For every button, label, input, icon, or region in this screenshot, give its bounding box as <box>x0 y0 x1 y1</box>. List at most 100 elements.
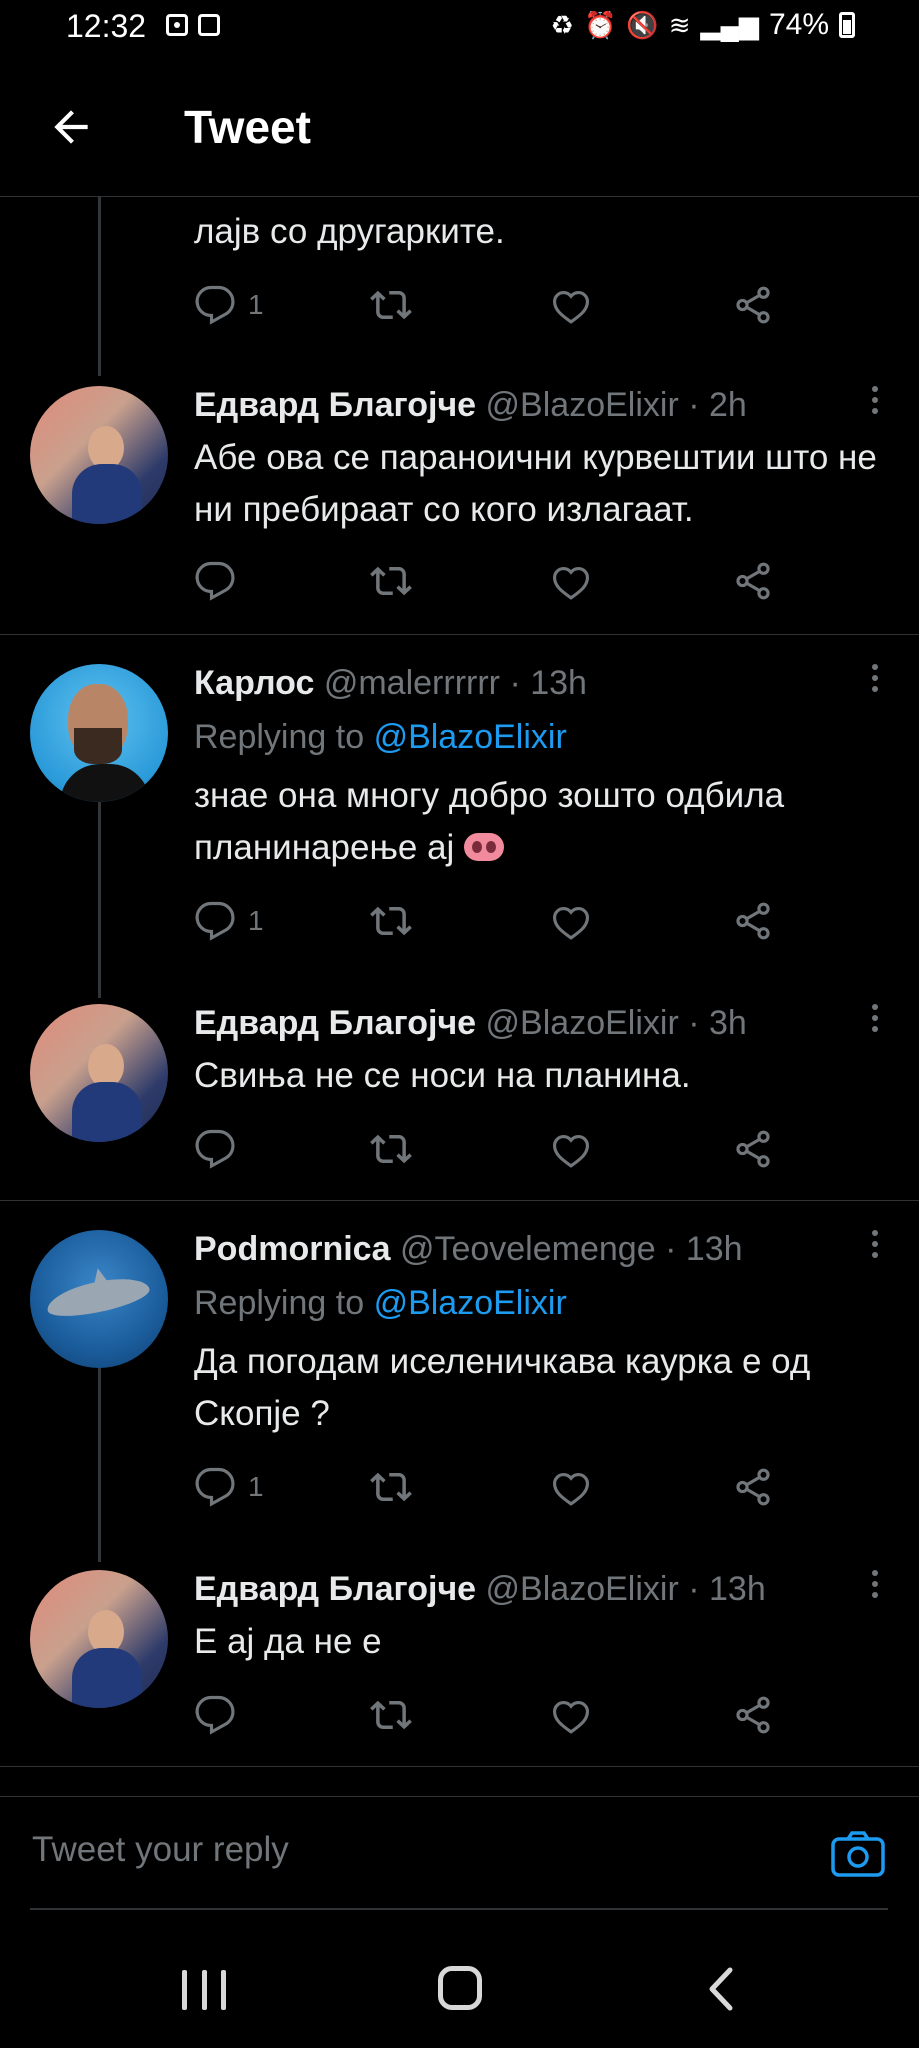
user-handle[interactable]: @BlazoElixir <box>486 1004 679 1042</box>
tweet-text: лајв со другарките. <box>194 212 505 251</box>
recycle-icon: ♻ <box>550 10 574 40</box>
app-header: Tweet <box>0 60 919 196</box>
tweet-header: Карлос @malerrrrrr · 13h <box>194 664 587 703</box>
nav-back-icon[interactable] <box>700 1964 744 2014</box>
share-button[interactable] <box>732 1462 774 1512</box>
display-name[interactable]: Карлос <box>194 664 314 702</box>
status-right-icons: ♻ ⏰ 🔇 ≋ ▂▄▆ 74% <box>551 8 855 42</box>
system-nav-bar <box>0 1940 919 2048</box>
tweet-divider <box>0 1766 919 1767</box>
reply-icon <box>195 1467 235 1507</box>
more-options-icon[interactable] <box>871 1570 879 1604</box>
user-handle[interactable]: @Teovelemenge <box>400 1230 656 1268</box>
reply-input[interactable] <box>30 1829 794 1871</box>
share-button[interactable] <box>732 1690 774 1740</box>
status-time: 12:32 <box>66 8 147 44</box>
wifi-icon: ≋ <box>668 10 691 40</box>
reply-button[interactable]: 1 <box>194 280 264 330</box>
like-button[interactable] <box>550 896 592 946</box>
reply-underline <box>30 1908 888 1910</box>
display-name[interactable]: Едвард Благојче <box>194 1570 476 1608</box>
reply-button[interactable]: 1 <box>194 1462 264 1512</box>
more-options-icon[interactable] <box>871 1004 879 1038</box>
reply-button[interactable] <box>194 556 248 606</box>
retweet-icon <box>370 1134 412 1164</box>
thread-line <box>98 1366 101 1562</box>
tweet-actions <box>194 556 814 606</box>
share-icon <box>736 902 770 940</box>
retweet-button[interactable] <box>370 1462 412 1512</box>
home-icon[interactable] <box>438 1966 482 2010</box>
reply-count: 1 <box>248 289 264 320</box>
avatar[interactable] <box>30 1230 168 1368</box>
reply-button[interactable]: 1 <box>194 896 264 946</box>
reply-icon <box>195 1129 235 1169</box>
back-arrow-icon[interactable] <box>46 102 96 152</box>
share-icon <box>736 1468 770 1506</box>
camera-icon[interactable] <box>831 1831 885 1877</box>
share-icon <box>736 1696 770 1734</box>
more-options-icon[interactable] <box>871 1230 879 1264</box>
heart-icon <box>552 290 590 324</box>
more-options-icon[interactable] <box>871 386 879 420</box>
share-button[interactable] <box>732 556 774 606</box>
tweet-time: · 13h <box>509 664 587 702</box>
retweet-icon <box>370 1700 412 1730</box>
mention-link[interactable]: @BlazoElixir <box>374 1284 567 1322</box>
like-button[interactable] <box>550 1462 592 1512</box>
replying-to: Replying to @BlazoElixir <box>194 1284 567 1323</box>
retweet-button[interactable] <box>370 556 412 606</box>
reply-icon <box>195 285 235 325</box>
reply-composer <box>0 1796 919 1909</box>
replying-prefix: Replying to <box>194 1284 365 1322</box>
like-button[interactable] <box>550 280 592 330</box>
tweet-time: · 2h <box>688 386 747 424</box>
retweet-button[interactable] <box>370 896 412 946</box>
retweet-button[interactable] <box>370 1124 412 1174</box>
reply-icon <box>195 901 235 941</box>
tweet-text: Е ај да не е <box>194 1622 382 1661</box>
retweet-button[interactable] <box>370 1690 412 1740</box>
tweet-actions <box>194 1690 814 1740</box>
display-name[interactable]: Едвард Благојче <box>194 386 476 424</box>
reply-count: 1 <box>248 1471 264 1502</box>
thread-line <box>98 800 101 998</box>
tweet-text: Абе ова се параноични курвештии што не н… <box>194 438 877 529</box>
pig-nose-emoji-icon <box>464 833 505 861</box>
recent-apps-icon[interactable] <box>182 1970 226 2010</box>
display-name[interactable]: Podmornica <box>194 1230 390 1268</box>
battery-percent: 74% <box>768 8 829 41</box>
tweet-time: · 3h <box>688 1004 747 1042</box>
heart-icon <box>552 906 590 940</box>
share-button[interactable] <box>732 280 774 330</box>
page-title: Tweet <box>184 101 311 153</box>
tweet-divider <box>0 634 919 635</box>
retweet-button[interactable] <box>370 280 412 330</box>
tweet-header: Podmornica @Teovelemenge · 13h <box>194 1230 743 1269</box>
avatar[interactable] <box>30 1570 168 1708</box>
reply-button[interactable] <box>194 1124 248 1174</box>
avatar[interactable] <box>30 664 168 802</box>
display-name[interactable]: Едвард Благојче <box>194 1004 476 1042</box>
share-icon <box>736 562 770 600</box>
tweet-text: Да погодам иселеничкава каурка е од Скоп… <box>194 1342 811 1433</box>
status-bar: 12:32 ♻ ⏰ 🔇 ≋ ▂▄▆ 74% <box>0 0 919 60</box>
reply-button[interactable] <box>194 1690 248 1740</box>
tweet-header: Едвард Благојче @BlazoElixir · 3h <box>194 1004 747 1043</box>
reply-icon <box>195 1695 235 1735</box>
user-handle[interactable]: @BlazoElixir <box>486 1570 679 1608</box>
user-handle[interactable]: @malerrrrrr <box>324 664 500 702</box>
like-button[interactable] <box>550 556 592 606</box>
avatar[interactable] <box>30 386 168 524</box>
like-button[interactable] <box>550 1690 592 1740</box>
share-button[interactable] <box>732 896 774 946</box>
tweet-actions: 1 <box>194 280 814 330</box>
share-button[interactable] <box>732 1124 774 1174</box>
retweet-icon <box>370 566 412 596</box>
mention-link[interactable]: @BlazoElixir <box>374 718 567 756</box>
retweet-icon <box>370 906 412 936</box>
avatar[interactable] <box>30 1004 168 1142</box>
more-options-icon[interactable] <box>871 664 879 698</box>
like-button[interactable] <box>550 1124 592 1174</box>
user-handle[interactable]: @BlazoElixir <box>486 386 679 424</box>
